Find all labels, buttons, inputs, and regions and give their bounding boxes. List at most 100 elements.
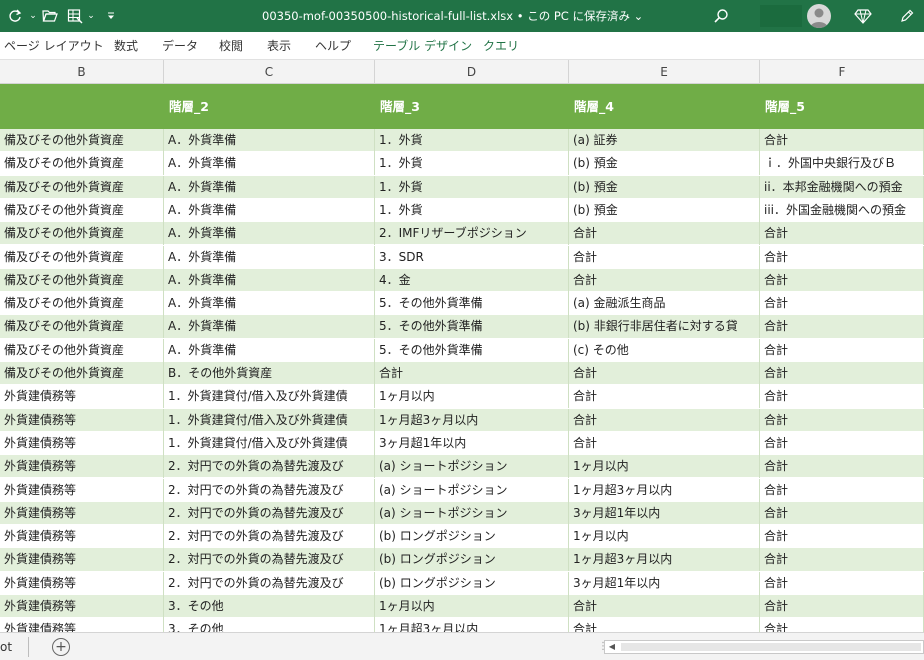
table-cell[interactable]: 合計: [760, 455, 924, 479]
table-cell[interactable]: 合計: [375, 362, 569, 385]
column-header-f[interactable]: F: [760, 60, 924, 84]
table-cell[interactable]: 合計: [760, 478, 924, 502]
table-cell[interactable]: 1．外貨: [375, 198, 569, 222]
scrollbar-thumb[interactable]: [621, 643, 921, 651]
table-cell[interactable]: 3．SDR: [375, 245, 569, 269]
table-cell[interactable]: 3ヶ月超1年以内: [375, 431, 569, 455]
chevron-down-icon[interactable]: ⌄: [86, 6, 96, 26]
table-cell[interactable]: 合計: [760, 245, 924, 269]
add-sheet-button[interactable]: +: [52, 638, 70, 656]
horizontal-scrollbar[interactable]: ◀: [604, 640, 924, 654]
table-cell[interactable]: 備及びその他外貨資産: [0, 222, 164, 246]
table-cell[interactable]: 1．外貨建貸付/借入及び外貨建債: [164, 385, 375, 409]
chevron-down-icon[interactable]: ⌄: [28, 6, 38, 26]
table-cell[interactable]: 外貨建債務等: [0, 501, 164, 525]
table-cell[interactable]: 合計: [569, 595, 760, 618]
table-cell[interactable]: 5．その他外貨準備: [375, 338, 569, 362]
table-header-cell[interactable]: 階層_2: [164, 84, 375, 129]
customize-quick-access-icon[interactable]: [104, 6, 118, 26]
table-cell[interactable]: A．外貨準備: [164, 338, 375, 362]
table-cell[interactable]: A．外貨準備: [164, 175, 375, 199]
table-cell[interactable]: (a) ショートポジション: [375, 478, 569, 502]
table-cell[interactable]: 1ヶ月超3ヶ月以内: [569, 548, 760, 572]
table-cell[interactable]: 合計: [569, 431, 760, 455]
table-cell[interactable]: 1ヶ月以内: [375, 595, 569, 618]
table-cell[interactable]: 1ヶ月超3ヶ月以内: [375, 408, 569, 432]
table-cell[interactable]: 合計: [760, 571, 924, 595]
column-header-b[interactable]: B: [0, 60, 164, 84]
table-cell[interactable]: A．外貨準備: [164, 198, 375, 222]
table-cell[interactable]: 2．IMFリザーブポジション: [375, 222, 569, 246]
folder-open-icon[interactable]: [40, 6, 60, 26]
table-cell[interactable]: 合計: [569, 268, 760, 292]
table-cell[interactable]: 1．外貨: [375, 175, 569, 199]
table-cell[interactable]: 合計: [569, 362, 760, 385]
table-cell[interactable]: 1．外貨: [375, 152, 569, 176]
table-cell[interactable]: 外貨建債務等: [0, 618, 164, 632]
avatar[interactable]: [807, 4, 831, 28]
column-header-d[interactable]: D: [375, 60, 569, 84]
table-cell[interactable]: (b) 預金: [569, 198, 760, 222]
table-cell[interactable]: 合計: [569, 245, 760, 269]
pen-icon[interactable]: [896, 6, 918, 26]
table-cell[interactable]: 合計: [760, 618, 924, 632]
table-cell[interactable]: 備及びその他外貨資産: [0, 245, 164, 269]
tab-query[interactable]: クエリ: [483, 32, 519, 60]
table-cell[interactable]: 合計: [760, 595, 924, 618]
scroll-split-handle[interactable]: ⋮: [598, 638, 608, 656]
table-cell[interactable]: 備及びその他外貨資産: [0, 292, 164, 316]
table-cell[interactable]: B．その他外貨資産: [164, 362, 375, 385]
table-cell[interactable]: A．外貨準備: [164, 315, 375, 339]
table-cell[interactable]: (b) 預金: [569, 152, 760, 176]
table-cell[interactable]: 1ヶ月超3ヶ月以内: [569, 478, 760, 502]
table-cell[interactable]: 合計: [760, 268, 924, 292]
premium-diamond-icon[interactable]: [852, 6, 874, 26]
table-cell[interactable]: 1．外貨: [375, 129, 569, 152]
table-cell[interactable]: 1．外貨建貸付/借入及び外貨建債: [164, 431, 375, 455]
table-format-icon[interactable]: [64, 6, 86, 26]
table-cell[interactable]: ｉ．外国中央銀行及びＢ: [760, 152, 924, 176]
table-cell[interactable]: iii．外国金融機関への預金: [760, 198, 924, 222]
column-header-c[interactable]: C: [164, 60, 375, 84]
table-cell[interactable]: 外貨建債務等: [0, 455, 164, 479]
table-cell[interactable]: 備及びその他外貨資産: [0, 129, 164, 152]
table-header-cell[interactable]: 階層_5: [760, 84, 924, 129]
table-cell[interactable]: 合計: [760, 292, 924, 316]
table-cell[interactable]: 4．金: [375, 268, 569, 292]
tab-page-layout[interactable]: ページ レイアウト: [4, 32, 104, 60]
table-cell[interactable]: 外貨建債務等: [0, 571, 164, 595]
table-cell[interactable]: A．外貨準備: [164, 268, 375, 292]
table-cell[interactable]: A．外貨準備: [164, 245, 375, 269]
table-cell[interactable]: (b) ロングポジション: [375, 548, 569, 572]
table-cell[interactable]: 合計: [760, 501, 924, 525]
table-cell[interactable]: 合計: [569, 222, 760, 246]
table-cell[interactable]: 外貨建債務等: [0, 408, 164, 432]
table-cell[interactable]: 2．対円での外貨の為替先渡及び: [164, 455, 375, 479]
table-cell[interactable]: (b) ロングポジション: [375, 571, 569, 595]
table-cell[interactable]: (a) ショートポジション: [375, 455, 569, 479]
table-cell[interactable]: 2．対円での外貨の為替先渡及び: [164, 478, 375, 502]
table-cell[interactable]: (a) 金融派生商品: [569, 292, 760, 316]
table-cell[interactable]: 1ヶ月以内: [569, 525, 760, 549]
table-cell[interactable]: 1ヶ月超3ヶ月以内: [375, 618, 569, 632]
table-cell[interactable]: 合計: [569, 408, 760, 432]
table-cell[interactable]: 備及びその他外貨資産: [0, 268, 164, 292]
tab-view[interactable]: 表示: [267, 32, 291, 60]
table-cell[interactable]: 合計: [760, 525, 924, 549]
table-cell[interactable]: 3．その他: [164, 595, 375, 618]
table-cell[interactable]: 合計: [760, 129, 924, 152]
account-name-box[interactable]: [760, 5, 802, 27]
table-cell[interactable]: 備及びその他外貨資産: [0, 338, 164, 362]
table-cell[interactable]: A．外貨準備: [164, 292, 375, 316]
table-cell[interactable]: 2．対円での外貨の為替先渡及び: [164, 548, 375, 572]
table-cell[interactable]: 外貨建債務等: [0, 548, 164, 572]
tab-data[interactable]: データ: [162, 32, 198, 60]
table-cell[interactable]: 外貨建債務等: [0, 385, 164, 409]
redo-icon[interactable]: [4, 6, 26, 26]
table-cell[interactable]: 備及びその他外貨資産: [0, 152, 164, 176]
table-cell[interactable]: (c) その他: [569, 338, 760, 362]
table-cell[interactable]: (b) 預金: [569, 175, 760, 199]
worksheet-grid[interactable]: 階層_2 階層_3 階層_4 階層_5 備及びその他外貨資産 A．外貨準備 1．外貨…: [0, 84, 924, 632]
tab-help[interactable]: ヘルプ: [315, 32, 351, 60]
table-cell[interactable]: 合計: [760, 362, 924, 385]
